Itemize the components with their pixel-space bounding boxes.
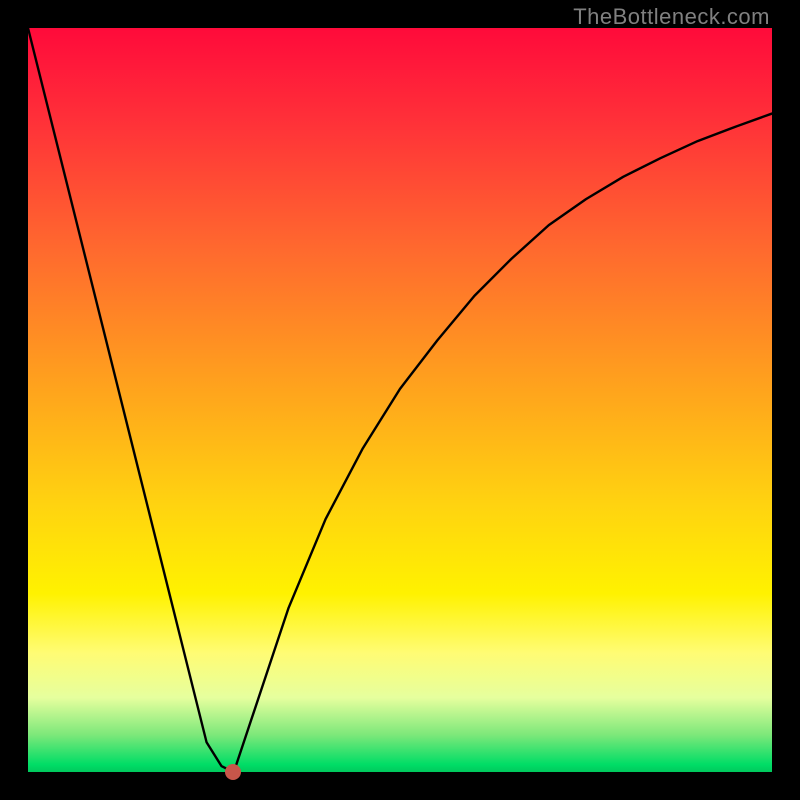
- curve-svg: [28, 28, 772, 772]
- optimum-marker-dot: [225, 764, 241, 780]
- bottleneck-curve-line: [28, 28, 772, 772]
- chart-frame: TheBottleneck.com: [0, 0, 800, 800]
- plot-area: [28, 28, 772, 772]
- attribution-label: TheBottleneck.com: [573, 4, 770, 30]
